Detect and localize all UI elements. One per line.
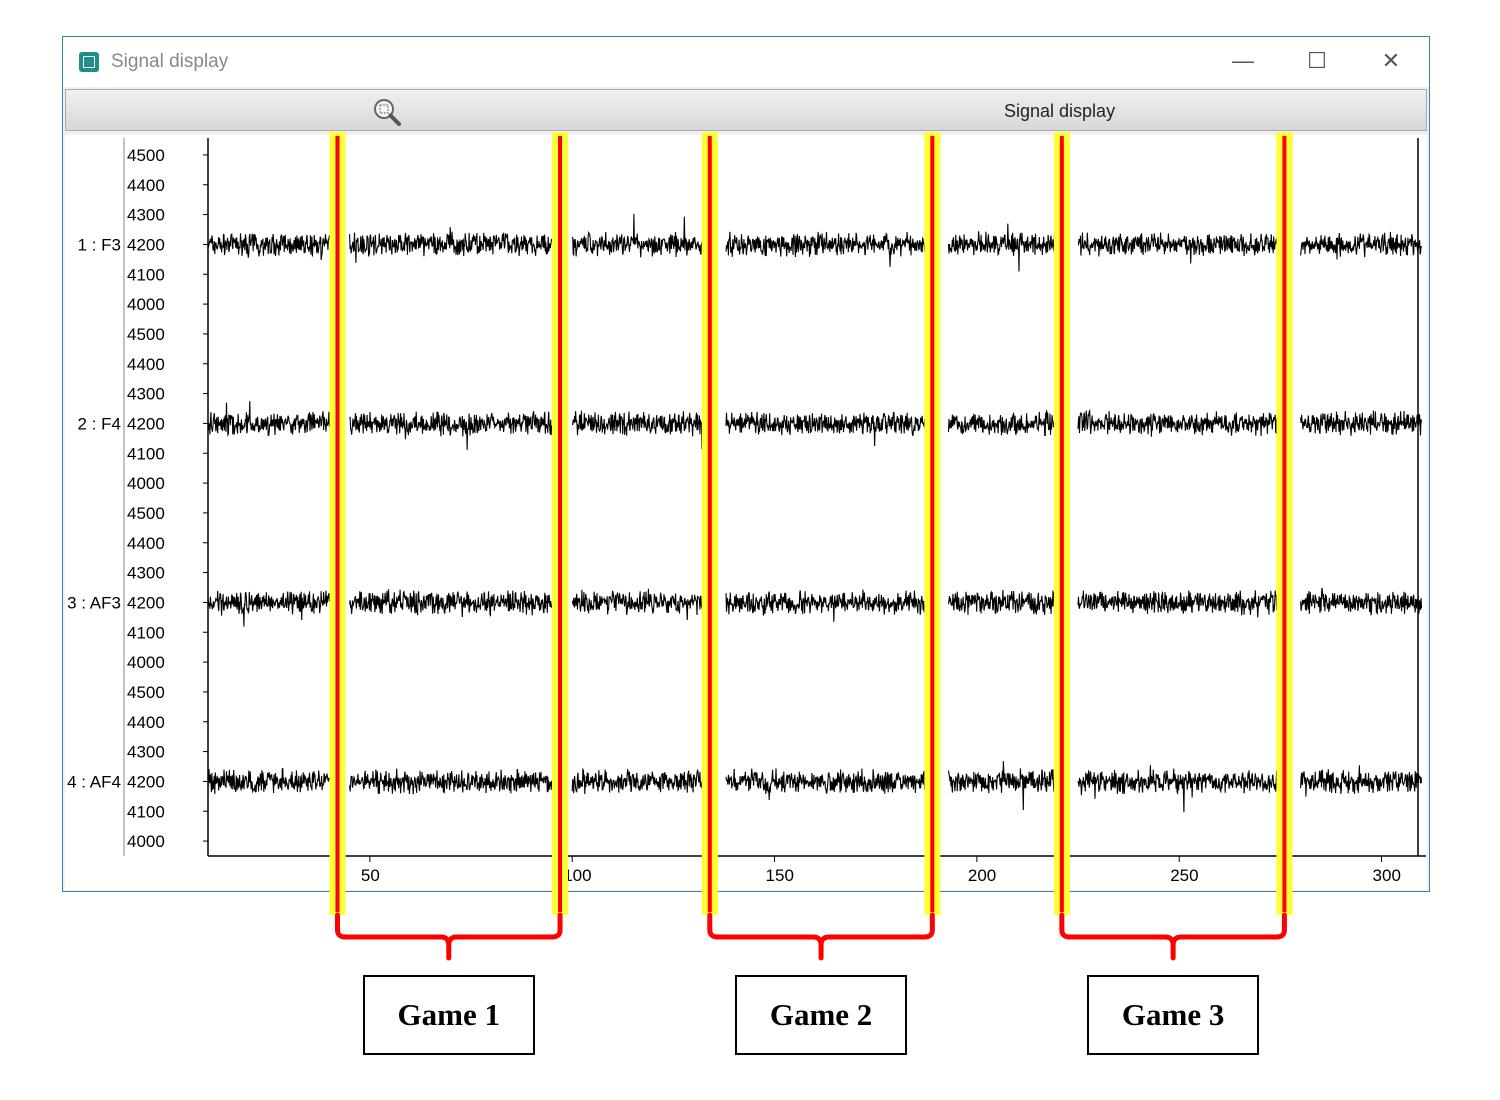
channel-label: 1 : F3 (78, 235, 121, 254)
signal-trace (208, 213, 1423, 272)
y-tick-label: 4200 (127, 593, 165, 612)
signal-chart: 1 : F3 4500 4400 4300 4200 4100 4000 2 : F4 4500… (67, 132, 1426, 961)
y-tick-label: 4400 (127, 176, 165, 195)
y-tick-label: 4500 (127, 325, 165, 344)
game-bracket (1059, 912, 1287, 961)
y-tick-label: 4400 (127, 713, 165, 732)
y-tick-label: 4300 (127, 743, 165, 762)
y-tick-label: 4100 (127, 444, 165, 463)
game-label-box: Game 2 (735, 975, 908, 1055)
y-tick-label: 4100 (127, 265, 165, 284)
game-bracket (334, 912, 563, 961)
signal-trace (208, 761, 1423, 813)
y-tick-label: 4400 (127, 355, 165, 374)
x-tick-label: 200 (968, 866, 996, 885)
channel-label: 2 : F4 (78, 414, 121, 433)
y-tick-label: 4000 (127, 474, 165, 493)
y-tick-label: 4300 (127, 385, 165, 404)
y-tick-label: 4400 (127, 534, 165, 553)
x-tick-label: 300 (1373, 866, 1401, 885)
channel-label: 3 : AF3 (67, 593, 121, 612)
game-label-box: Game 3 (1087, 975, 1260, 1055)
y-tick-label: 4500 (127, 504, 165, 523)
game-label-box: Game 1 (362, 975, 535, 1055)
channel-label: 4 : AF4 (67, 772, 121, 791)
y-tick-label: 4000 (127, 653, 165, 672)
signal-trace (208, 401, 1423, 450)
x-tick-label: 50 (361, 866, 380, 885)
game-bracket (707, 912, 935, 961)
y-tick-label: 4000 (127, 295, 165, 314)
y-tick-label: 4000 (127, 832, 165, 851)
signal-trace (208, 587, 1423, 627)
y-tick-label: 4300 (127, 564, 165, 583)
y-tick-label: 4100 (127, 802, 165, 821)
y-tick-label: 4500 (127, 146, 165, 165)
y-tick-label: 4100 (127, 623, 165, 642)
y-tick-label: 4200 (127, 414, 165, 433)
x-tick-label: 250 (1170, 866, 1198, 885)
y-tick-label: 4200 (127, 235, 165, 254)
y-tick-label: 4300 (127, 206, 165, 225)
y-tick-label: 4500 (127, 683, 165, 702)
y-tick-label: 4200 (127, 772, 165, 791)
x-tick-label: 150 (766, 866, 794, 885)
